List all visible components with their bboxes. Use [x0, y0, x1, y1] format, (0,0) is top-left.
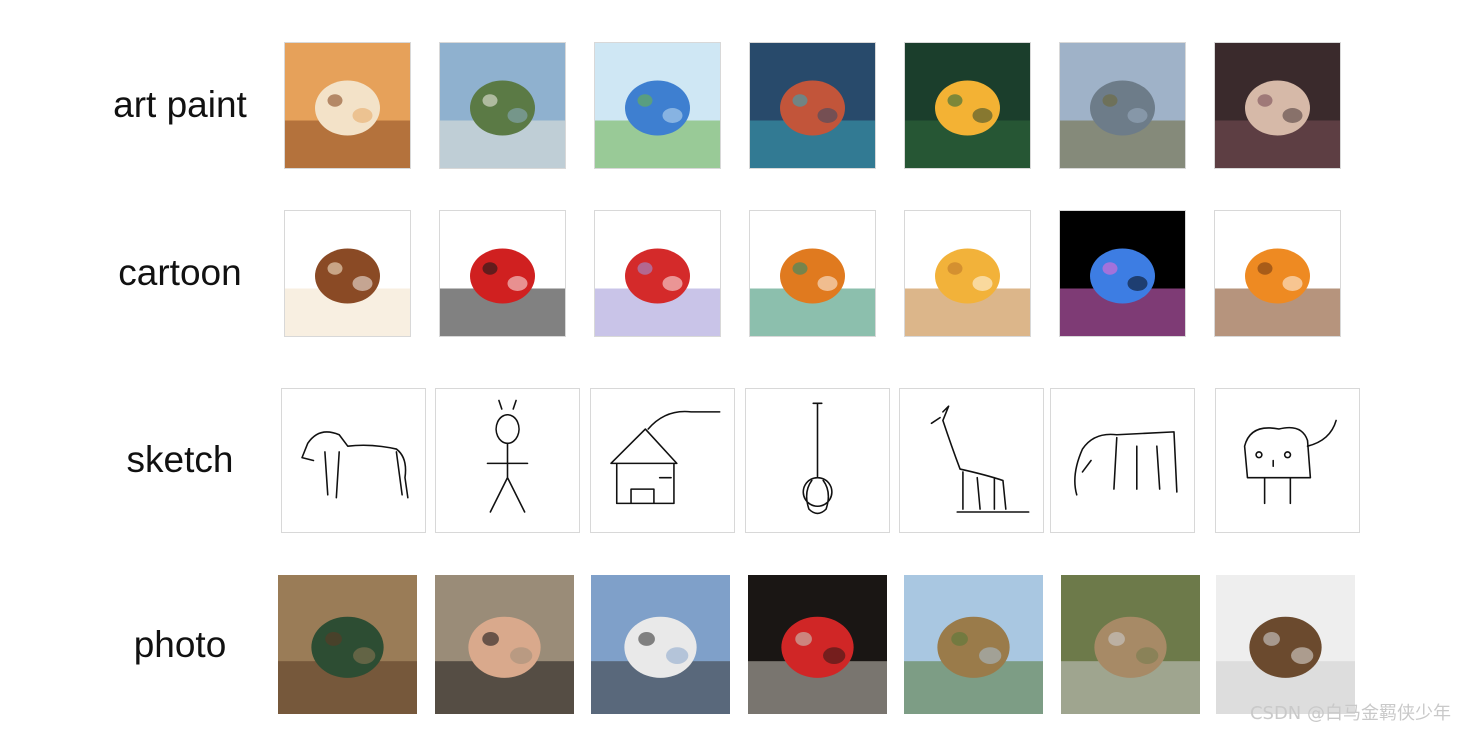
art-paint-elephants-image [1059, 42, 1186, 169]
cartoon-house-image [594, 210, 721, 337]
cartoon-dog-image [1214, 210, 1341, 337]
photo-elephant-image [1061, 575, 1200, 714]
photo-house-image [591, 575, 730, 714]
photo-giraffe-image [904, 575, 1043, 714]
cartoon-giraffe-image [904, 210, 1031, 337]
sketch-person-image [435, 388, 580, 533]
photo-dog-image [1216, 575, 1355, 714]
sketch-elephant-image [1050, 388, 1195, 533]
sketch-dog-image [1215, 388, 1360, 533]
art-paint-woman-with-parasol-image [439, 42, 566, 169]
art-paint-house-image [594, 42, 721, 169]
photo-person-image [435, 575, 574, 714]
cartoon-guitars-image [749, 210, 876, 337]
photo-guitar-image [748, 575, 887, 714]
photo-horse-image [278, 575, 417, 714]
art-paint-dog-image [1214, 42, 1341, 169]
sketch-horse-image [281, 388, 426, 533]
row-label-photo: photo [133, 624, 227, 665]
row-label-sketch: sketch [126, 439, 234, 480]
sketch-house-image [590, 388, 735, 533]
row-label-art-paint: art paint [113, 84, 247, 125]
art-paint-giraffe-image [904, 42, 1031, 169]
art-paint-guitars-image [749, 42, 876, 169]
art-paint-horse-image [284, 42, 411, 169]
sketch-guitar-image [745, 388, 890, 533]
cartoon-person-image [439, 210, 566, 337]
watermark: CSDN @白马金羁侠少年 [1249, 703, 1451, 724]
sketch-giraffe-image [899, 388, 1044, 533]
cartoon-horse-image [284, 210, 411, 337]
row-label-cartoon: cartoon [118, 252, 242, 293]
cartoon-elephants-image [1059, 210, 1186, 337]
